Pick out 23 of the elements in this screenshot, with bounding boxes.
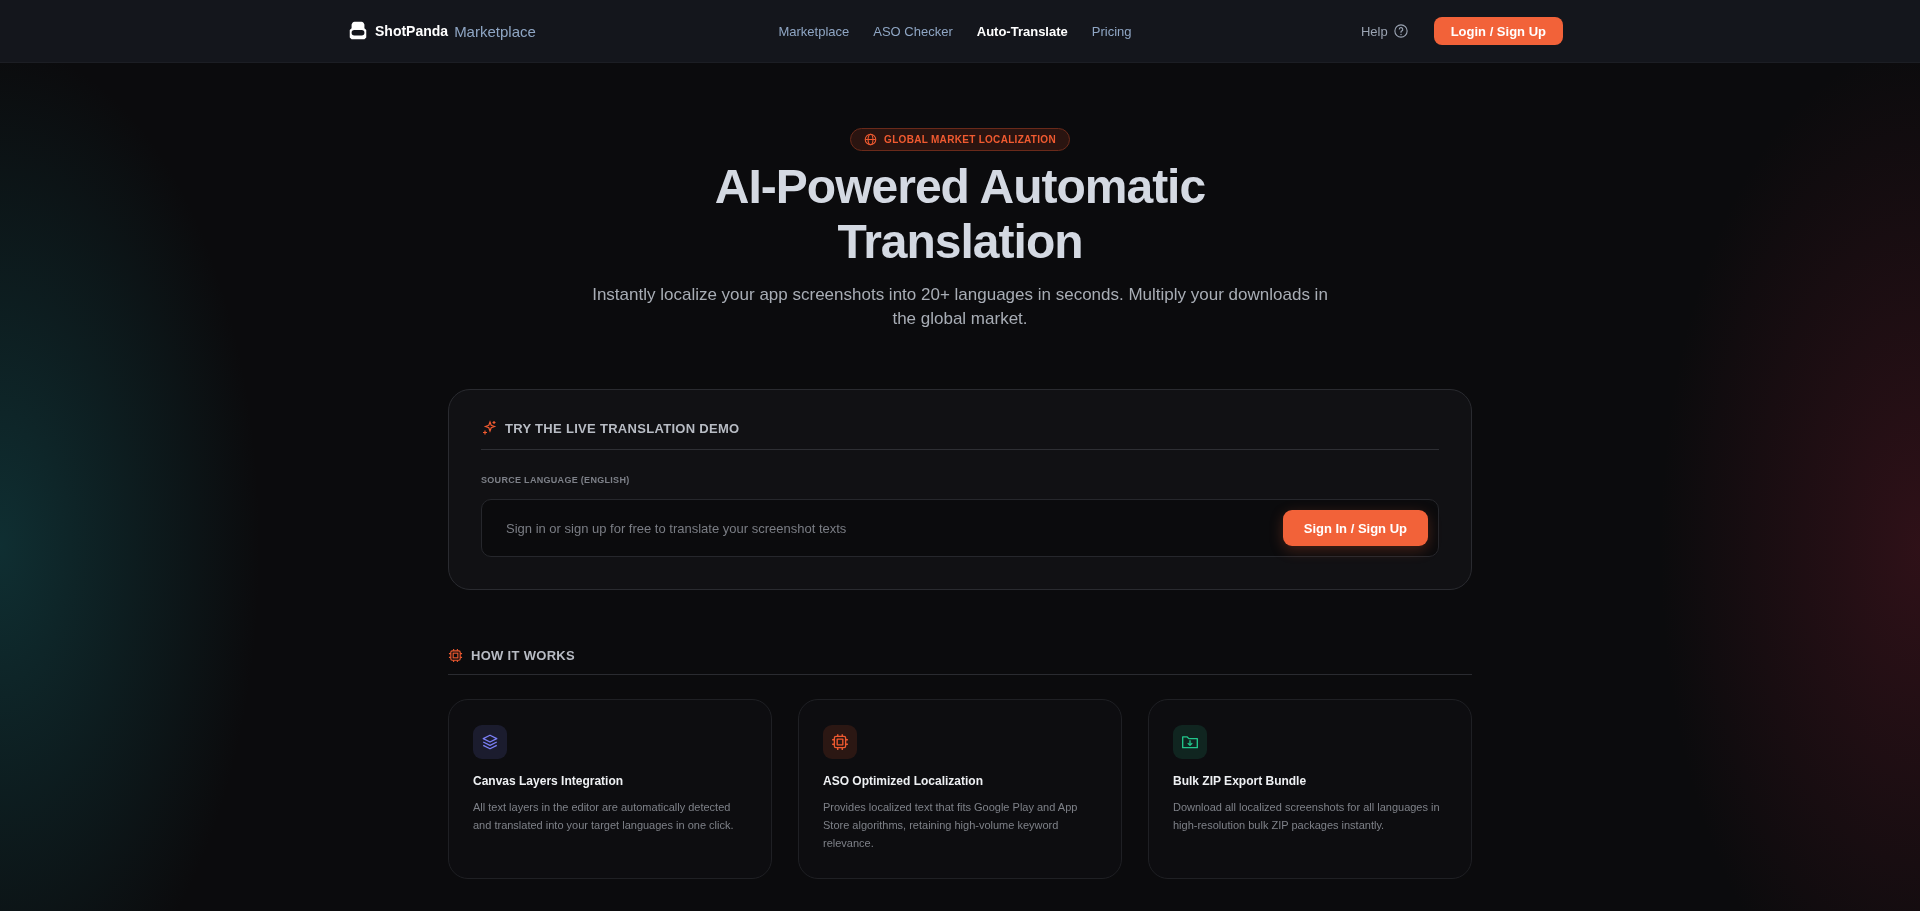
- help-icon[interactable]: [1393, 24, 1408, 38]
- nav-link[interactable]: Pricing: [1091, 23, 1132, 39]
- globe-icon: [864, 133, 878, 146]
- chip-icon: [448, 648, 463, 663]
- nav-link[interactable]: Auto-Translate: [976, 23, 1068, 39]
- feature-description: Download all localized screenshots for all languages in high-resolution bulk ZIP packages instantly.: [1173, 800, 1441, 833]
- feature-title: ASO Optimized Localization: [823, 774, 984, 788]
- field-label: SOURCE LANGUAGE (ENGLISH): [481, 475, 631, 485]
- brand-suffix: Marketplace: [454, 22, 536, 40]
- feature-description: All text layers in the editor are automatically detected and translated into your target languages in one click.: [473, 800, 735, 833]
- hero-title: AI-Powered Automatic Translation: [714, 159, 1206, 269]
- hero-subtitle: Instantly localize your app screenshots into 20+ languages in seconds. Multiply your downloads in the global market.: [591, 284, 1329, 330]
- demo-heading: TRY THE LIVE TRANSLATION DEMO: [505, 420, 740, 436]
- how-heading: HOW IT WORKS: [471, 648, 575, 663]
- nav-link[interactable]: ASO Checker: [873, 23, 953, 39]
- brand-name: ShotPanda: [375, 23, 449, 39]
- feature-title: Bulk ZIP Export Bundle: [1173, 774, 1308, 788]
- feature-description: Provides localized text that fits Google Play and App Store algorithms, retaining high-volume keyword relevance.: [823, 800, 1079, 851]
- help-link[interactable]: Help: [1360, 23, 1388, 39]
- nav-link[interactable]: Marketplace: [778, 23, 850, 39]
- feature-title: Canvas Layers Integration: [473, 774, 625, 788]
- sparkles-icon: [481, 420, 497, 436]
- badge-text: GLOBAL MARKET LOCALIZATION: [884, 134, 1056, 145]
